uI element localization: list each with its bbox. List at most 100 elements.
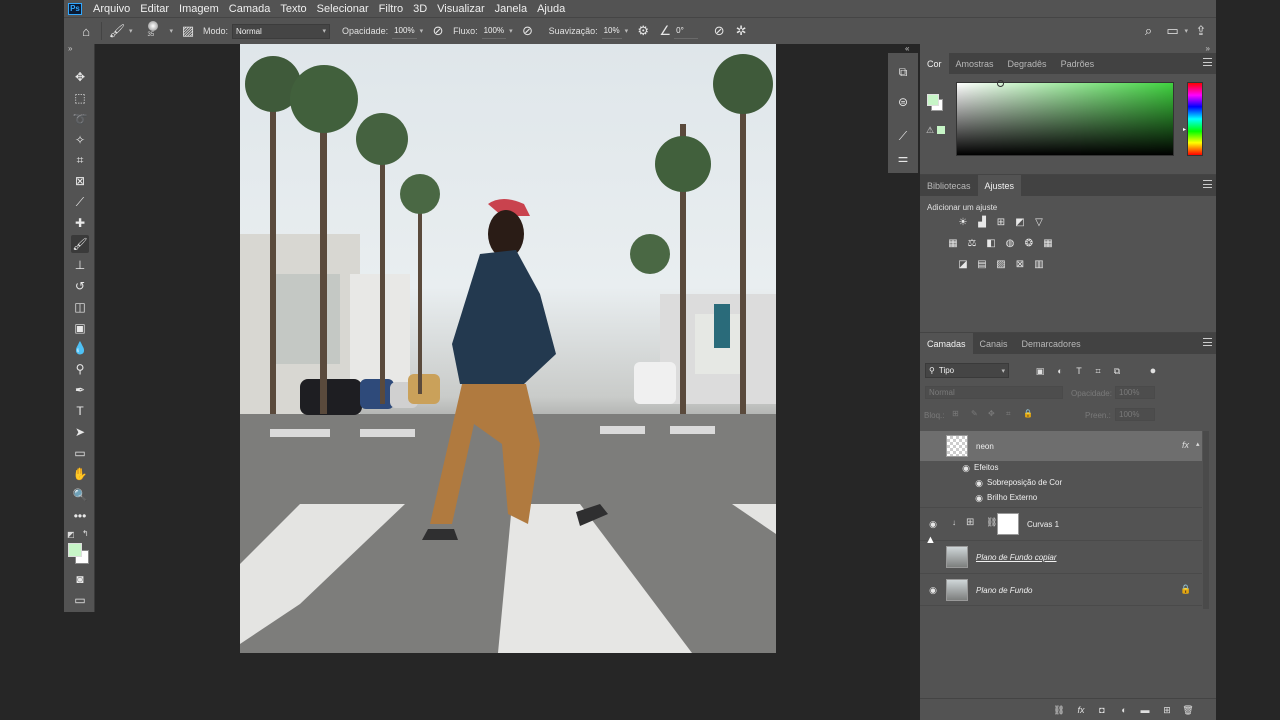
marquee-tool-icon[interactable]: ⬚ (71, 89, 89, 107)
eraser-tool-icon[interactable]: ◫ (71, 298, 89, 316)
blur-tool-icon[interactable]: 💧 (71, 339, 89, 357)
tab-ajustes[interactable]: Ajustes (977, 175, 1022, 196)
layer-row-neon[interactable]: neon fx ▴ (920, 431, 1202, 461)
collapse-arrows-icon[interactable]: » (1206, 44, 1210, 53)
menu-filtro[interactable]: Filtro (374, 3, 408, 15)
mode-select[interactable]: Normal ▾ (232, 23, 331, 39)
menu-texto[interactable]: Texto (275, 3, 311, 15)
layer-mask-thumbnail[interactable] (997, 513, 1019, 535)
clone-stamp-tool-icon[interactable]: ⊥ (71, 256, 89, 274)
link-layers-icon[interactable]: ⛓ (1053, 704, 1065, 716)
menu-janela[interactable]: Janela (490, 3, 532, 15)
history-brush-tool-icon[interactable]: ↺ (71, 277, 89, 295)
gear-icon[interactable]: ⚙ (634, 22, 652, 40)
move-tool-icon[interactable]: ✥ (71, 68, 89, 86)
filter-type-icon[interactable]: T (1073, 365, 1085, 377)
black-white-icon[interactable]: ◧ (984, 237, 998, 249)
selective-color-icon[interactable]: ⊠ (1013, 258, 1027, 270)
tab-bibliotecas[interactable]: Bibliotecas (920, 175, 978, 196)
chevron-down-icon[interactable]: ▾ (420, 27, 424, 35)
eye-icon[interactable]: ◉ (960, 463, 972, 474)
smoothing-field[interactable]: 10% (601, 24, 622, 39)
panel-menu-icon[interactable] (1203, 180, 1212, 188)
document-canvas[interactable] (96, 44, 888, 720)
dodge-tool-icon[interactable]: ⚲ (71, 360, 89, 378)
layer-row-bg-copy[interactable]: Plano de Fundo copiar (920, 540, 1202, 573)
brightness-contrast-icon[interactable]: ☀ (956, 216, 970, 228)
lock-icon[interactable]: 🔒 (1180, 584, 1191, 595)
angle-field[interactable]: 0° (674, 24, 699, 39)
symmetry-icon[interactable]: ✲ (732, 22, 750, 40)
type-tool-icon[interactable]: T (71, 402, 89, 420)
screen-mode-icon[interactable]: ▭ (71, 591, 89, 609)
vibrance-icon[interactable]: ▽ (1032, 216, 1046, 228)
workspace-icon[interactable]: ▭ (1163, 22, 1181, 40)
exposure-icon[interactable]: ◩ (1013, 216, 1027, 228)
collapse-arrows-icon[interactable]: « (905, 44, 909, 53)
zoom-tool-icon[interactable]: 🔍 (71, 486, 89, 504)
tab-canais[interactable]: Canais (973, 333, 1015, 354)
lock-position-icon[interactable]: ✥ (988, 409, 995, 418)
channel-mixer-icon[interactable]: ❂ (1022, 237, 1036, 249)
new-adjustment-layer-icon[interactable]: ◐ (1118, 704, 1130, 716)
web-safe-swatch[interactable] (937, 126, 945, 134)
tab-cor[interactable]: Cor (920, 53, 949, 74)
lock-artboard-icon[interactable]: ⌗ (1006, 409, 1011, 419)
tab-amostras[interactable]: Amostras (949, 53, 1001, 74)
tab-demarcadores[interactable]: Demarcadores (1015, 333, 1088, 354)
filter-smart-object-icon[interactable]: ⧉ (1111, 365, 1123, 377)
hue-marker-icon[interactable]: ▸ (1183, 126, 1186, 133)
layer-row-curves[interactable]: ◉ ↓ ⊞ ⛓ Curvas 1 (920, 507, 1202, 540)
brush-settings-panel-icon[interactable]: ▨ (179, 22, 197, 40)
pen-tool-icon[interactable]: ✒ (71, 381, 89, 399)
airbrush-icon[interactable]: ⊘ (519, 22, 537, 40)
panel-menu-icon[interactable] (1203, 58, 1212, 66)
filter-adjustment-icon[interactable]: ◐ (1054, 365, 1066, 377)
path-selection-tool-icon[interactable]: ➤ (71, 423, 89, 441)
filter-toggle-icon[interactable]: ● (1147, 365, 1159, 377)
brush-settings-icon[interactable]: ⟋ (894, 127, 912, 145)
eye-icon[interactable]: ◉ (973, 493, 985, 504)
add-style-fx-icon[interactable]: fx (1075, 704, 1087, 716)
share-icon[interactable]: ⇪ (1192, 22, 1210, 40)
tab-padroes[interactable]: Padrões (1054, 53, 1102, 74)
magic-wand-tool-icon[interactable]: ✧ (71, 131, 89, 149)
layers-scrollbar[interactable] (1203, 431, 1209, 609)
quick-mask-icon[interactable]: ◙ (71, 570, 89, 588)
gradient-tool-icon[interactable]: ▣ (71, 319, 89, 337)
hue-slider[interactable]: ▸ (1183, 82, 1203, 156)
panel-foreground-swatch[interactable] (927, 94, 939, 106)
more-tools-icon[interactable]: ••• (71, 507, 89, 525)
gradient-map-icon[interactable]: ▥ (1032, 258, 1046, 270)
brush-tool-preset-icon[interactable]: 🖌 (108, 22, 126, 40)
brush-size-picker[interactable]: 35 (141, 19, 167, 43)
eyedropper-tool-icon[interactable]: ⟋ (71, 193, 89, 211)
menu-imagem[interactable]: Imagem (174, 3, 224, 15)
pressure-opacity-icon[interactable]: ⊘ (429, 22, 447, 40)
layer-name[interactable]: Plano de Fundo (976, 586, 1033, 595)
healing-brush-tool-icon[interactable]: ✚ (71, 214, 89, 232)
lock-pixels-icon[interactable]: ✎ (971, 409, 978, 418)
lasso-tool-icon[interactable]: ➰ (71, 110, 89, 128)
layer-fill-field[interactable]: 100% (1115, 408, 1155, 421)
search-icon[interactable]: ⌕ (1139, 22, 1157, 40)
hand-tool-icon[interactable]: ✋ (71, 465, 89, 483)
swap-colors-icon[interactable]: ↰ (82, 529, 89, 538)
chevron-up-icon[interactable]: ▴ (1196, 440, 1200, 448)
lock-all-icon[interactable]: 🔒 (1023, 409, 1033, 418)
eye-icon[interactable]: ◉ (927, 585, 939, 595)
layer-name[interactable]: Plano de Fundo copiar (976, 553, 1057, 562)
new-layer-icon[interactable]: ⊞ (1161, 704, 1173, 716)
chevron-down-icon[interactable]: ▾ (1184, 27, 1188, 35)
flow-field[interactable]: 100% (481, 24, 507, 39)
layer-filter-select[interactable]: ⚲ Tipo ▾ (925, 363, 1009, 378)
effect-color-overlay-row[interactable]: ◉ Sobreposição de Cor (920, 476, 1202, 491)
layer-row-background[interactable]: ◉ Plano de Fundo 🔒 (920, 573, 1202, 606)
frame-tool-icon[interactable]: ⊠ (71, 172, 89, 190)
color-picker-handle[interactable] (997, 80, 1004, 87)
out-of-gamut-warning-icon[interactable]: ⚠ (926, 125, 934, 136)
posterize-icon[interactable]: ▤ (975, 258, 989, 270)
filter-shape-icon[interactable]: ⌗ (1092, 365, 1104, 377)
layer-opacity-field[interactable]: 100% (1115, 386, 1155, 399)
filter-pixel-icon[interactable]: ▣ (1034, 365, 1046, 377)
